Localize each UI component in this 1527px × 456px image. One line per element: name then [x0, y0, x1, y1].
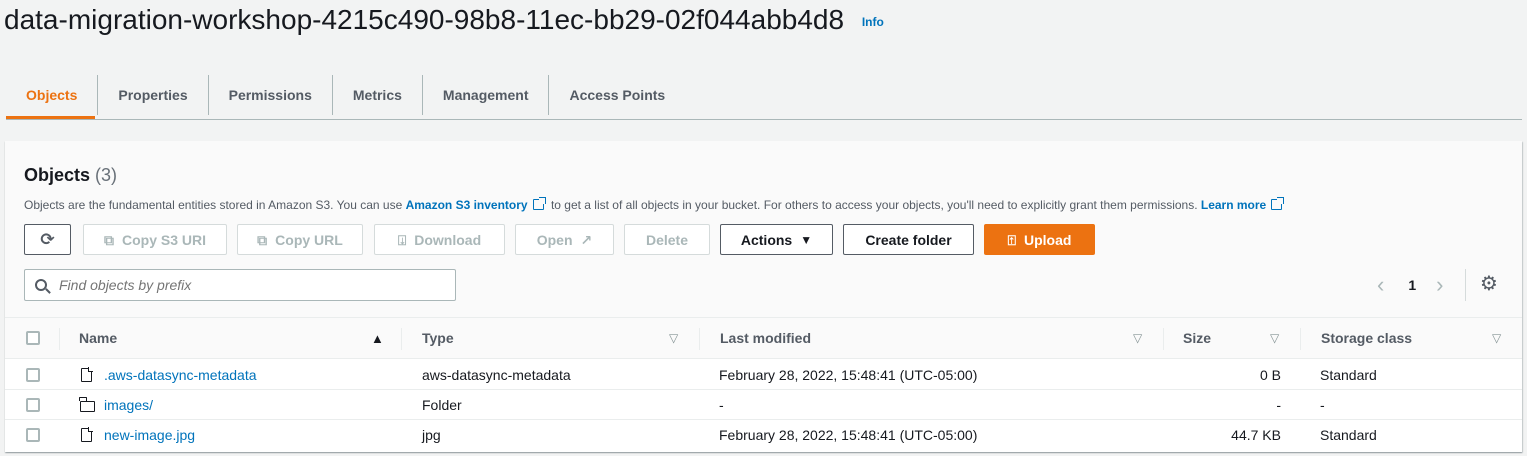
objects-panel: Objects (3) Objects are the fundamental …: [5, 141, 1522, 452]
copy-url-button[interactable]: ⧉ Copy URL: [237, 224, 363, 255]
object-type: Folder: [422, 397, 462, 413]
external-link-icon: [1271, 197, 1285, 210]
search-input[interactable]: [57, 276, 437, 294]
upload-icon: ⍐: [1007, 231, 1016, 248]
column-header-size[interactable]: Size: [1183, 318, 1211, 358]
object-last-modified: February 28, 2022, 15:48:41 (UTC-05:00): [719, 367, 978, 383]
object-storage-class: Standard: [1320, 427, 1377, 443]
column-header-type[interactable]: Type: [422, 318, 454, 358]
chevron-right-icon[interactable]: ›: [1436, 272, 1443, 298]
search-box[interactable]: [24, 269, 456, 301]
open-label: Open: [536, 231, 573, 248]
refresh-icon: ⟳: [40, 230, 55, 249]
tab-management[interactable]: Management: [423, 75, 550, 115]
download-button[interactable]: ⍗ Download: [374, 224, 505, 255]
object-name-link[interactable]: new-image.jpg: [104, 420, 195, 450]
object-last-modified: -: [719, 397, 724, 413]
create-folder-button[interactable]: Create folder: [843, 224, 974, 255]
file-icon: [81, 360, 93, 390]
row-checkbox[interactable]: [26, 398, 40, 412]
chevron-left-icon[interactable]: ‹: [1377, 272, 1384, 298]
refresh-button[interactable]: ⟳: [24, 224, 71, 255]
column-header-last-modified[interactable]: Last modified: [720, 318, 811, 358]
download-label: Download: [414, 231, 482, 248]
sort-ascending-icon[interactable]: ▲: [371, 318, 384, 358]
sort-icon[interactable]: ▽: [669, 318, 678, 358]
search-icon: [35, 279, 47, 291]
sort-icon[interactable]: ▽: [1270, 318, 1279, 358]
actions-label: Actions: [740, 231, 793, 248]
tab-bar: Objects Properties Permissions Metrics M…: [6, 70, 1522, 120]
divider: [1163, 328, 1164, 350]
object-size: -: [1276, 397, 1281, 413]
delete-label: Delete: [645, 231, 689, 248]
external-link-icon: [532, 197, 546, 210]
objects-heading: Objects (3): [24, 165, 117, 186]
tab-metrics[interactable]: Metrics: [333, 75, 423, 115]
download-icon: ⍗: [397, 231, 407, 248]
column-header-name[interactable]: Name: [79, 318, 117, 358]
delete-button[interactable]: Delete: [624, 224, 710, 255]
file-icon: [81, 420, 93, 450]
active-tab-indicator: [6, 116, 95, 119]
divider: [699, 328, 700, 350]
divider: [1300, 328, 1301, 350]
description-text-2: to get a list of all objects in your buc…: [547, 198, 1201, 212]
external-link-icon: ↗: [580, 231, 593, 248]
divider: [1465, 269, 1466, 301]
s3-inventory-link[interactable]: Amazon S3 inventory: [406, 198, 528, 212]
bucket-name: data-migration-workshop-4215c490-98b8-11…: [4, 4, 845, 35]
tab-permissions[interactable]: Permissions: [209, 75, 333, 115]
divider: [59, 328, 60, 350]
object-size: 0 B: [1259, 367, 1281, 383]
upload-label: Upload: [1023, 231, 1072, 248]
object-type: aws-datasync-metadata: [422, 367, 571, 383]
tab-properties[interactable]: Properties: [98, 75, 209, 115]
tab-objects[interactable]: Objects: [6, 75, 99, 115]
object-storage-class: Standard: [1320, 367, 1377, 383]
objects-count: (3): [95, 165, 118, 185]
actions-dropdown[interactable]: Actions ▼: [720, 224, 833, 255]
table-row[interactable]: images/ Folder - - -: [5, 390, 1522, 420]
copy-url-label: Copy URL: [275, 231, 343, 248]
object-type: jpg: [422, 427, 441, 443]
object-size: 44.7 KB: [1231, 427, 1281, 443]
copy-icon: ⧉: [103, 231, 114, 248]
object-name-link[interactable]: .aws-datasync-metadata: [104, 360, 257, 390]
description-text-1: Objects are the fundamental entities sto…: [24, 198, 406, 212]
sort-icon[interactable]: ▽: [1492, 318, 1501, 358]
learn-more-link[interactable]: Learn more: [1201, 198, 1266, 212]
select-all-checkbox[interactable]: [26, 331, 40, 345]
bucket-title: data-migration-workshop-4215c490-98b8-11…: [4, 4, 884, 36]
object-name-link[interactable]: images/: [104, 390, 153, 420]
table-row[interactable]: .aws-datasync-metadata aws-datasync-meta…: [5, 360, 1522, 390]
row-checkbox[interactable]: [26, 368, 40, 382]
folder-icon: [79, 390, 95, 420]
sort-icon[interactable]: ▽: [1133, 318, 1142, 358]
pagination: ‹ 1 ›: [1377, 269, 1443, 301]
objects-description: Objects are the fundamental entities sto…: [24, 197, 1286, 212]
page-number[interactable]: 1: [1408, 277, 1416, 293]
table-row[interactable]: new-image.jpg jpg February 28, 2022, 15:…: [5, 420, 1522, 450]
upload-button[interactable]: ⍐ Upload: [984, 224, 1095, 255]
object-last-modified: February 28, 2022, 15:48:41 (UTC-05:00): [719, 427, 978, 443]
caret-down-icon: ▼: [800, 232, 813, 247]
info-link[interactable]: Info: [862, 15, 884, 29]
tab-access-points[interactable]: Access Points: [549, 75, 685, 115]
column-header-storage-class[interactable]: Storage class: [1321, 318, 1412, 358]
object-storage-class: -: [1320, 397, 1325, 413]
divider: [401, 328, 402, 350]
copy-s3-uri-button[interactable]: ⧉ Copy S3 URI: [83, 224, 227, 255]
gear-icon[interactable]: ⚙: [1480, 271, 1498, 296]
copy-icon: ⧉: [257, 231, 268, 248]
copy-s3-uri-label: Copy S3 URI: [121, 231, 206, 248]
open-button[interactable]: Open ↗: [515, 224, 614, 255]
row-checkbox[interactable]: [26, 428, 40, 442]
table-header: Name ▲ Type ▽ Last modified ▽ Size ▽ Sto…: [5, 317, 1522, 359]
create-folder-label: Create folder: [865, 231, 952, 248]
objects-title: Objects: [24, 165, 91, 185]
